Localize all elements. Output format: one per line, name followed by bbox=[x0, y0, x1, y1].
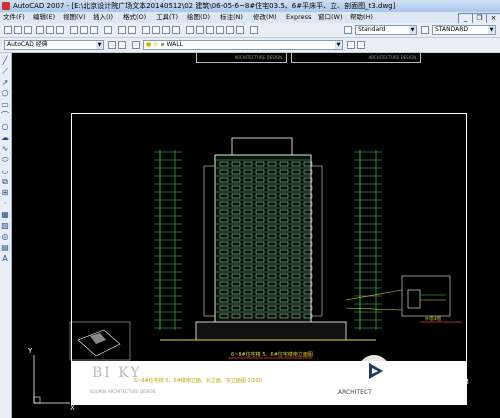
title-block-sub1: SQUARE bbox=[90, 389, 107, 394]
ucs-icon bbox=[33, 355, 70, 404]
ucs-x-label: X bbox=[70, 404, 75, 412]
detail-label: 外墙详图 bbox=[425, 316, 441, 321]
key-plan bbox=[69, 321, 131, 361]
title-block-sub2: ARCHITECTURE DESIGN bbox=[108, 389, 156, 394]
play-icon bbox=[369, 363, 383, 379]
building-facade bbox=[160, 137, 376, 341]
drawing-caption: 6~8#住宅楼 5、6#楼南立面、北立面、东立面图 1:100 bbox=[134, 378, 262, 384]
watermark-logo bbox=[358, 355, 390, 387]
title-block-text: ARCHITECT bbox=[338, 389, 372, 396]
ucs-y-label: Y bbox=[28, 347, 33, 355]
detail-callout bbox=[345, 275, 462, 323]
watermark-url: ZIXUE.3D66.COM bbox=[395, 378, 470, 386]
watermark-name: 溜溜自学 bbox=[394, 360, 455, 378]
elevation-title: 6~8#住宅楼 5、6#住宅楼南立面图 bbox=[231, 352, 313, 358]
